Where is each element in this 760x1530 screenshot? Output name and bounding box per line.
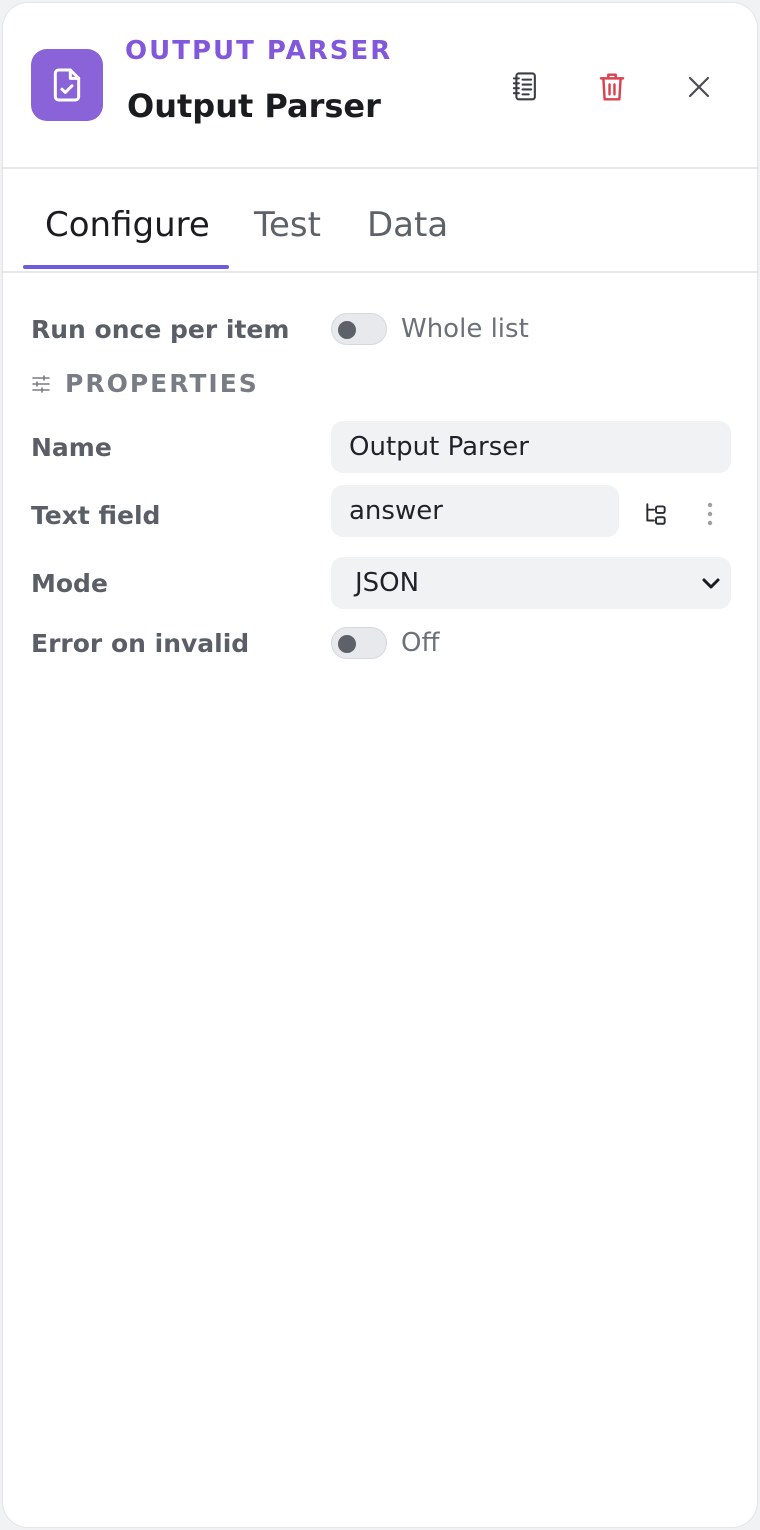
tab-test[interactable]: Test (254, 205, 321, 245)
close-button[interactable] (677, 65, 721, 109)
error-on-invalid-label: Error on invalid (31, 629, 250, 658)
mode-value: JSON (355, 568, 420, 598)
node-config-panel: OUTPUT PARSER Output Parser Configure Te… (2, 2, 758, 1528)
name-value: Output Parser (349, 432, 529, 462)
chevron-down-icon (702, 578, 720, 589)
node-type-label: OUTPUT PARSER (125, 36, 393, 66)
mode-label: Mode (31, 569, 108, 598)
more-options-button[interactable] (693, 497, 727, 531)
run-once-toggle[interactable] (331, 313, 387, 345)
error-on-invalid-state: Off (401, 628, 440, 658)
field-map-button[interactable] (639, 497, 673, 531)
run-once-state: Whole list (401, 314, 529, 344)
close-icon (688, 76, 710, 98)
tab-data[interactable]: Data (367, 205, 448, 245)
field-map-icon (646, 503, 666, 525)
text-field-label: Text field (31, 501, 161, 530)
panel-header: OUTPUT PARSER Output Parser (3, 3, 757, 169)
notebook-icon (512, 72, 536, 101)
section-title: PROPERTIES (65, 369, 259, 398)
active-tab-indicator (23, 265, 229, 269)
node-title: Output Parser (127, 87, 381, 125)
text-field-value: answer (349, 496, 443, 526)
toggle-knob (338, 321, 356, 339)
text-field-input[interactable]: answer (331, 485, 619, 537)
run-once-label: Run once per item (31, 315, 290, 344)
tab-configure[interactable]: Configure (45, 205, 210, 245)
file-check-icon (31, 49, 103, 121)
more-vertical-icon (707, 502, 713, 526)
trash-icon (599, 73, 625, 101)
toggle-knob (338, 635, 356, 653)
tab-bar: Configure Test Data (3, 169, 757, 273)
sliders-icon (32, 374, 50, 393)
name-label: Name (31, 433, 112, 462)
name-input[interactable]: Output Parser (331, 421, 731, 473)
properties-section-header: PROPERTIES (31, 369, 259, 398)
mode-select[interactable]: JSON (331, 557, 731, 609)
delete-button[interactable] (590, 65, 634, 109)
docs-button[interactable] (503, 65, 547, 109)
error-on-invalid-toggle[interactable] (331, 627, 387, 659)
